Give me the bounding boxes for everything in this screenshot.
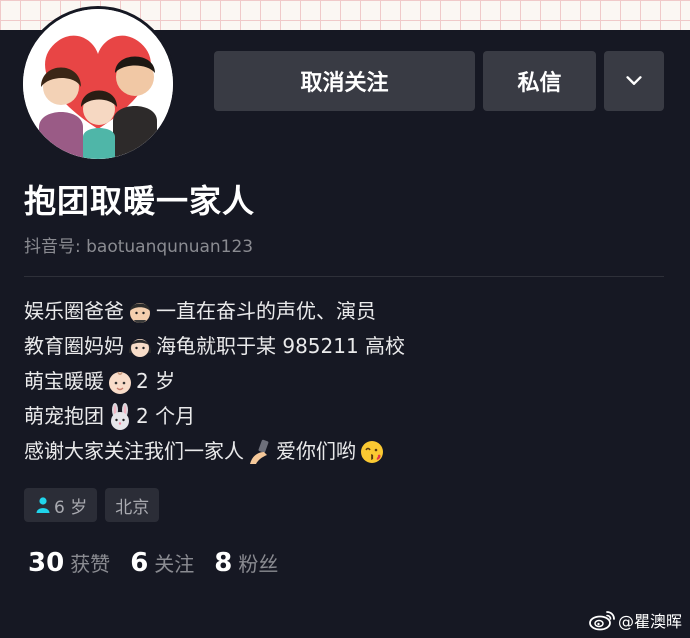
profile-tags: 6 岁 北京 bbox=[24, 488, 160, 522]
followers-count: 8 bbox=[214, 548, 233, 578]
bio-line-father: 娱乐圈爸爸 一直在奋斗的声优、演员 bbox=[24, 294, 664, 329]
following-count: 6 bbox=[130, 548, 149, 578]
age-tag-label: 6 岁 bbox=[54, 497, 88, 518]
bio-line-thanks: 感谢大家关注我们一家人 爱你们哟 bbox=[24, 434, 664, 469]
followers-stat[interactable]: 8 粉丝 bbox=[214, 548, 278, 578]
profile-stats: 30 获赞 6 关注 8 粉丝 bbox=[28, 548, 298, 578]
divider bbox=[24, 276, 664, 277]
bio-text: 娱乐圈爸爸 bbox=[24, 299, 124, 323]
bio-text: 爱你们哟 bbox=[276, 439, 356, 463]
douyin-id: 抖音号: baotuanqunuan123 bbox=[24, 237, 254, 257]
bio-text: 萌宝暖暖 bbox=[24, 369, 104, 393]
bio-text: 一直在奋斗的声优、演员 bbox=[156, 299, 376, 323]
selfie-icon bbox=[246, 438, 274, 466]
likes-stat: 30 获赞 bbox=[28, 548, 110, 578]
bio-line-baby: 萌宝暖暖 2 岁 bbox=[24, 364, 664, 399]
city-tag: 北京 bbox=[105, 488, 160, 522]
bio-line-mother: 教育圈妈妈 海龟就职于某 985211 高校 bbox=[24, 329, 664, 364]
weibo-watermark: @瞿澳晖 bbox=[588, 608, 682, 632]
bio-text: 2 个月 bbox=[136, 404, 196, 428]
rabbit-face-icon bbox=[106, 402, 134, 431]
male-person-icon bbox=[36, 497, 50, 513]
profile-bio: 娱乐圈爸爸 一直在奋斗的声优、演员 教育圈妈妈 海龟就职于某 985211 高校… bbox=[24, 294, 664, 469]
weibo-icon bbox=[589, 611, 615, 631]
woman-face-icon bbox=[126, 333, 154, 361]
bio-text: 感谢大家关注我们一家人 bbox=[24, 439, 244, 463]
bio-text: 2 岁 bbox=[136, 369, 176, 393]
unfollow-button[interactable]: 取消关注 bbox=[214, 51, 475, 111]
followers-label: 粉丝 bbox=[238, 552, 279, 576]
likes-label: 获赞 bbox=[70, 552, 111, 576]
city-tag-label: 北京 bbox=[115, 497, 150, 518]
bio-text: 海龟就职于某 985211 高校 bbox=[156, 334, 406, 358]
chevron-down-icon bbox=[626, 76, 642, 85]
likes-count: 30 bbox=[28, 548, 65, 578]
watermark-text: @瞿澳晖 bbox=[617, 612, 682, 631]
baby-face-icon bbox=[106, 368, 134, 396]
message-button[interactable]: 私信 bbox=[483, 51, 596, 111]
bio-text: 萌宠抱团 bbox=[24, 404, 104, 428]
man-face-icon bbox=[126, 298, 154, 326]
bio-line-pet: 萌宠抱团 2 个月 bbox=[24, 399, 664, 434]
profile-name: 抱团取暖一家人 bbox=[24, 182, 256, 220]
following-label: 关注 bbox=[154, 552, 195, 576]
kissing-face-icon bbox=[358, 438, 386, 466]
more-button[interactable] bbox=[604, 51, 664, 111]
age-tag: 6 岁 bbox=[24, 488, 98, 522]
profile-avatar[interactable] bbox=[20, 6, 176, 162]
following-stat[interactable]: 6 关注 bbox=[130, 548, 194, 578]
bio-text: 教育圈妈妈 bbox=[24, 334, 124, 358]
